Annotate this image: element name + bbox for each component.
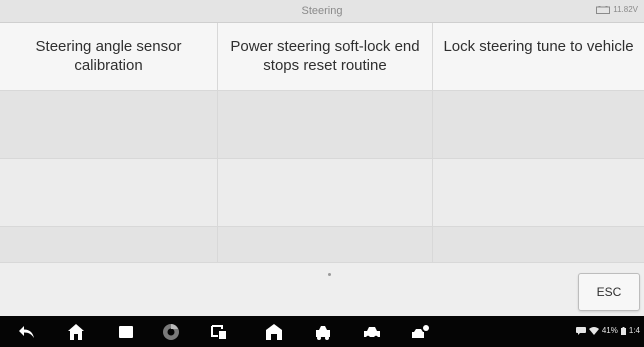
service-icon[interactable] — [410, 322, 430, 342]
empty-cell — [218, 91, 433, 159]
esc-button[interactable]: ESC — [578, 273, 640, 311]
function-steering-angle-sensor-calibration[interactable]: Steering angle sensor calibration — [0, 23, 218, 91]
back-arrow-icon[interactable] — [17, 322, 37, 342]
chrome-icon[interactable] — [161, 322, 181, 342]
car-battery-icon — [596, 5, 611, 14]
function-label: Power steering soft-lock end stops reset… — [230, 38, 420, 74]
empty-cell — [0, 159, 218, 227]
car-icon[interactable] — [313, 322, 333, 342]
function-lock-steering-tune[interactable]: Lock steering tune to vehicle — [433, 23, 644, 91]
empty-cell — [433, 227, 644, 263]
empty-cell — [218, 159, 433, 227]
autel-home-icon[interactable] — [264, 322, 284, 342]
battery-icon — [620, 326, 626, 335]
recent-apps-icon[interactable] — [116, 322, 136, 342]
voltage-indicator: 11.82V — [596, 5, 638, 14]
empty-cell — [433, 159, 644, 227]
chat-icon — [575, 326, 586, 335]
voltage-value: 11.82V — [613, 5, 638, 14]
clock: 1:4 — [628, 326, 640, 335]
screenshot-icon[interactable] — [208, 322, 228, 342]
empty-cell — [0, 91, 218, 159]
title-bar: Steering 11.82V — [0, 0, 644, 23]
home-icon[interactable] — [66, 322, 86, 342]
bottom-toolbar: ESC — [0, 263, 644, 316]
car-alt-icon[interactable] — [362, 322, 382, 342]
function-label: Steering angle sensor calibration — [35, 38, 182, 74]
empty-cell — [0, 227, 218, 263]
screen: Steering 11.82V Steering angle sensor ca… — [0, 0, 644, 347]
page-title: Steering — [301, 5, 343, 17]
function-grid: Steering angle sensor calibration Power … — [0, 23, 644, 263]
battery-percent: 41% — [601, 326, 618, 335]
wifi-icon — [588, 326, 599, 335]
function-label: Lock steering tune to vehicle — [443, 38, 634, 55]
empty-cell — [218, 227, 433, 263]
function-power-steering-soft-lock-reset[interactable]: Power steering soft-lock end stops reset… — [218, 23, 433, 91]
navigation-bar: 41% 1:4 — [0, 316, 644, 347]
system-status: 41% 1:4 — [575, 326, 640, 335]
page-indicator — [328, 273, 331, 276]
empty-cell — [433, 91, 644, 159]
